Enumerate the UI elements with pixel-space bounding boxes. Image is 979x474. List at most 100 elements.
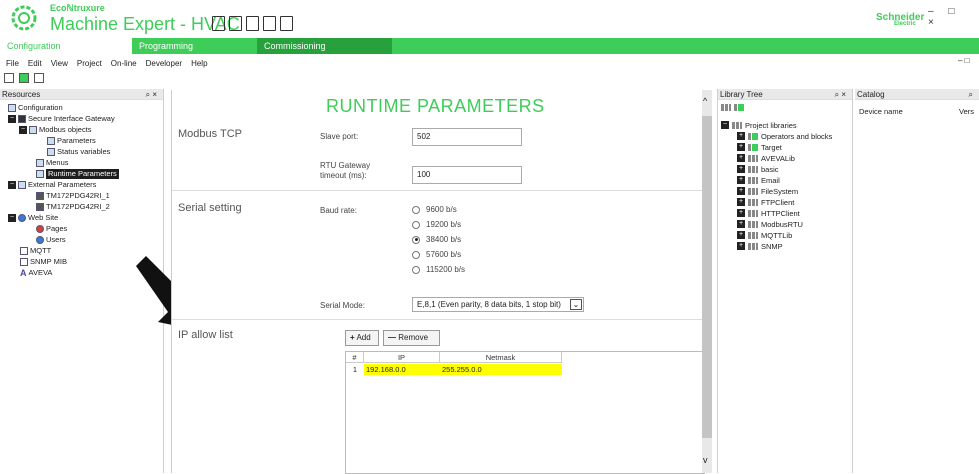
tree-configuration[interactable]: Configuration: [8, 103, 63, 113]
tree-pages[interactable]: Pages: [36, 224, 67, 234]
device-tool-icon[interactable]: [19, 73, 29, 83]
expand-icon[interactable]: +: [737, 231, 745, 239]
tree-menus[interactable]: Menus: [36, 158, 69, 168]
expand-icon[interactable]: +: [737, 176, 745, 184]
library-item[interactable]: + basic: [737, 164, 779, 174]
app-logo-icon: [11, 5, 37, 31]
panel-pin[interactable]: ⌕: [969, 89, 973, 100]
library-item[interactable]: + Operators and blocks: [737, 131, 832, 141]
tree-snmp-mib[interactable]: SNMP MIB: [20, 257, 67, 267]
menu-edit[interactable]: Edit: [28, 59, 42, 68]
scroll-down-icon[interactable]: v: [703, 455, 708, 465]
tree-web-site[interactable]: − Web Site: [8, 213, 58, 223]
tab-programming[interactable]: Programming: [132, 38, 257, 54]
row-1-netmask[interactable]: 255.255.0.0: [442, 364, 560, 375]
baud-option-57600[interactable]: 57600 b/s: [412, 247, 465, 262]
slave-port-input[interactable]: 502: [412, 128, 522, 146]
add-ip-button[interactable]: + Add: [345, 330, 379, 346]
serial-mode-select[interactable]: E,8,1 (Even parity, 8 data bits, 1 stop …: [412, 297, 584, 312]
scroll-up-icon[interactable]: ^: [703, 96, 707, 106]
build-icon[interactable]: [263, 16, 276, 31]
library-item[interactable]: + FileSystem: [737, 186, 798, 196]
row-1-ip[interactable]: 192.168.0.0: [366, 364, 440, 375]
library-item[interactable]: + SNMP: [737, 241, 783, 251]
rtu-timeout-label-1: RTU Gateway: [320, 161, 371, 170]
restore-controls[interactable]: – □: [958, 56, 970, 65]
baud-option-19200[interactable]: 19200 b/s: [412, 217, 465, 232]
menu-project[interactable]: Project: [77, 59, 102, 68]
menu-view[interactable]: View: [51, 59, 68, 68]
tab-configuration[interactable]: Configuration: [0, 38, 132, 54]
radio-icon[interactable]: [412, 220, 420, 229]
editor-scroll-thumb[interactable]: [702, 116, 712, 438]
expand-icon[interactable]: +: [737, 132, 745, 140]
expand-icon[interactable]: +: [737, 154, 745, 162]
radio-icon[interactable]: [412, 265, 420, 274]
baud-option-38400[interactable]: 38400 b/s: [412, 232, 465, 247]
tree-tm172-1[interactable]: TM172PDG42RI_1: [36, 191, 110, 201]
tree-secure-gateway[interactable]: − Secure Interface Gateway: [8, 114, 115, 124]
collapse-icon[interactable]: −: [19, 126, 27, 134]
baud-option-115200[interactable]: 115200 b/s: [412, 262, 465, 277]
expand-icon[interactable]: +: [737, 242, 745, 250]
tree-tm172-2[interactable]: TM172PDG42RI_2: [36, 202, 110, 212]
connect-tool-icon[interactable]: [34, 73, 44, 83]
chevron-down-icon[interactable]: ⌄: [570, 299, 582, 310]
library-header: Library Tree ⌕ ×: [718, 89, 852, 100]
tree-aveva[interactable]: A AVEVA: [20, 268, 52, 278]
library-title: Library Tree: [720, 90, 763, 99]
tree-mqtt[interactable]: MQTT: [20, 246, 51, 256]
library-item[interactable]: + FTPClient: [737, 197, 794, 207]
catalog-col-device-name[interactable]: Device name: [859, 107, 903, 116]
tree-runtime-parameters[interactable]: Runtime Parameters: [36, 169, 119, 179]
radio-selected-icon[interactable]: [412, 235, 420, 244]
expand-icon[interactable]: +: [737, 198, 745, 206]
parameters-icon: [47, 137, 55, 145]
col-header-netmask: Netmask: [440, 352, 562, 363]
tab-commissioning[interactable]: Commissioning: [257, 38, 392, 54]
library-item[interactable]: + AVEVALib: [737, 153, 795, 163]
collapse-icon[interactable]: −: [8, 214, 16, 222]
radio-icon[interactable]: [412, 250, 420, 259]
menu-file[interactable]: File: [6, 59, 19, 68]
tree-modbus-objects[interactable]: − Modbus objects: [19, 125, 92, 135]
library-root[interactable]: − Project libraries: [721, 120, 797, 130]
save-icon[interactable]: [246, 16, 259, 31]
menu-developer[interactable]: Developer: [146, 59, 182, 68]
section-modbus-tcp: Modbus TCP: [178, 128, 242, 140]
baud-option-9600[interactable]: 9600 b/s: [412, 202, 465, 217]
collapse-icon[interactable]: −: [721, 121, 729, 129]
collapse-icon[interactable]: −: [8, 115, 16, 123]
open-folder-icon[interactable]: [229, 16, 242, 31]
radio-icon[interactable]: [412, 205, 420, 214]
library-item[interactable]: + Email: [737, 175, 780, 185]
library-add-icon[interactable]: [721, 104, 731, 111]
expand-icon[interactable]: +: [737, 143, 745, 151]
tree-users[interactable]: Users: [36, 235, 66, 245]
menu-online[interactable]: On-line: [111, 59, 137, 68]
new-file-icon[interactable]: [212, 16, 225, 31]
panel-pin-close[interactable]: ⌕ ×: [835, 89, 846, 100]
catalog-col-version[interactable]: Vers: [959, 107, 974, 116]
menu-help[interactable]: Help: [191, 59, 207, 68]
library-item[interactable]: + Target: [737, 142, 782, 152]
library-item[interactable]: + HTTPClient: [737, 208, 800, 218]
rtu-timeout-input[interactable]: 100: [412, 166, 522, 184]
expand-icon[interactable]: +: [737, 165, 745, 173]
expand-icon[interactable]: +: [737, 187, 745, 195]
resources-title: Resources: [2, 90, 41, 99]
expand-icon[interactable]: +: [737, 220, 745, 228]
tree-parameters[interactable]: Parameters: [47, 136, 96, 146]
remove-ip-button[interactable]: — Remove: [383, 330, 440, 346]
library-import-icon[interactable]: [734, 104, 744, 111]
build-tool-icon[interactable]: [4, 73, 14, 83]
panel-pin-close[interactable]: ⌕ ×: [146, 89, 157, 100]
window-controls[interactable]: – □ ×: [928, 6, 979, 28]
tree-status-variables[interactable]: Status variables: [47, 147, 110, 157]
expand-icon[interactable]: +: [737, 209, 745, 217]
download-icon[interactable]: [280, 16, 293, 31]
library-item[interactable]: + ModbusRTU: [737, 219, 803, 229]
tree-external-parameters[interactable]: − External Parameters: [8, 180, 96, 190]
collapse-icon[interactable]: −: [8, 181, 16, 189]
library-item[interactable]: + MQTTLib: [737, 230, 792, 240]
